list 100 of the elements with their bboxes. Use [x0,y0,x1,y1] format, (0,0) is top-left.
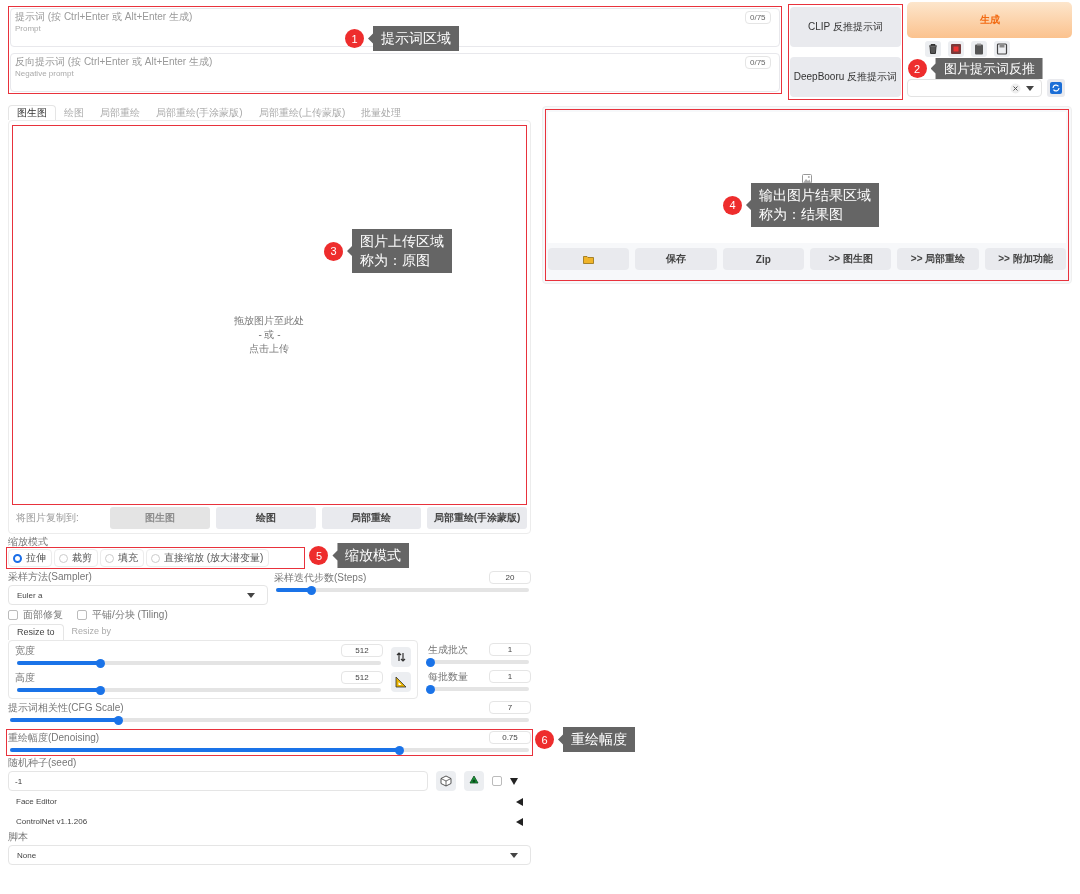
checkbox[interactable] [8,610,18,620]
output-button[interactable]: Zip [722,248,804,270]
random-button[interactable] [436,771,456,791]
token-counter: 0/75 [744,56,771,69]
placeholder-text: Prompt [15,24,41,33]
slider-thumb[interactable] [96,685,106,695]
number-badge: 6 [535,730,554,749]
output-button[interactable]: >> 图生图 [810,248,892,270]
field-label: 宽度 [15,644,35,657]
field-label: 高度 [15,671,35,684]
prompt-field[interactable]: 反向提示词 (按 Ctrl+Enter 或 Alt+Enter 生成) Negative prompt 0/75 [10,53,780,92]
radio-button[interactable] [13,553,22,563]
output-button[interactable]: 保存 [635,248,717,270]
clear-icon[interactable] [1010,82,1022,94]
dropdown-value: None [17,850,37,860]
number-badge: 5 [309,546,329,565]
folder-icon [583,254,595,264]
tool-button[interactable] [971,41,988,57]
tooltip-text: 称为：结果图 [759,205,844,224]
tool-button[interactable] [994,41,1011,57]
slider-thumb[interactable] [306,585,316,595]
number-field[interactable]: 20 [489,571,531,584]
copy-button[interactable]: 绘图 [215,507,316,529]
checkbox-label: 平铺/分块 (Tiling) [92,609,168,621]
radio-label: 裁剪 [72,552,92,564]
seed-field[interactable]: -1 [8,771,428,791]
checkbox[interactable] [492,776,502,786]
field-label: 重绘幅度(Denoising) [8,731,100,744]
accordion-title: Face Editor [16,797,57,806]
field-label: 反向提示词 (按 Ctrl+Enter 或 Alt+Enter 生成) [15,56,213,68]
copy-label: 将图片复制到: [15,511,80,525]
radio-option[interactable]: 填充 [100,549,144,567]
slider-thumb[interactable] [425,684,435,694]
placeholder-text: Negative prompt [15,69,74,78]
interrogate-button[interactable]: DeepBooru 反推提示词 [789,57,902,97]
refresh-button[interactable] [1047,79,1066,97]
swap-button[interactable] [391,647,411,667]
tab[interactable]: 图生图 [8,105,56,120]
tooltip-text: 图片上传区域 [360,232,444,251]
tool-button[interactable] [925,41,942,57]
radio-option[interactable]: 裁剪 [54,549,98,567]
slider-thumb[interactable] [394,745,404,755]
number-field[interactable]: 0.75 [489,731,531,744]
number-field[interactable]: 7 [489,701,531,714]
field-label: 随机种子(seed) [8,757,78,769]
field-label: 缩放模式 [8,536,49,548]
copy-button[interactable]: 局部重绘 [321,507,422,529]
script-dropdown[interactable]: None [8,845,531,865]
slider-thumb[interactable] [114,715,124,725]
stop-icon [949,42,964,56]
caret-icon [247,592,255,598]
number-field[interactable]: 512 [341,671,383,684]
checkbox-label: 面部修复 [23,609,63,621]
ruler-icon [395,676,407,688]
slider[interactable] [10,748,529,752]
number-badge: 3 [324,241,343,261]
field-label: 生成批次 [428,643,468,656]
floppy-icon [995,42,1010,56]
ruler-button[interactable] [391,672,411,692]
interrogate-button[interactable]: CLIP 反推提示词 [789,7,902,47]
output-button[interactable]: >> 附加功能 [984,248,1067,270]
sampler-dropdown[interactable]: Euler a [8,585,268,605]
slider-thumb[interactable] [96,658,106,668]
caret-icon[interactable] [510,777,518,785]
field-label: 提示词相关性(CFG Scale) [8,701,124,714]
accordion-header[interactable]: ControlNet v1.1.206 [8,812,531,831]
upload-hint: - 或 - [258,329,281,341]
tab[interactable]: Resize to [8,624,64,640]
field-label: 脚本 [8,831,29,843]
radio-label: 拉伸 [26,552,46,564]
caret-icon [1026,85,1035,91]
tooltip-text: 重绘幅度 [571,730,627,749]
tooltip-text: 图片提示词反推 [943,61,1035,76]
dropdown-value: Euler a [17,590,43,600]
field-label: 提示词 (按 Ctrl+Enter 或 Alt+Enter 生成) [15,11,193,23]
field-label: 采样方法(Sampler) [8,571,93,583]
number-badge: 1 [345,29,364,48]
checkbox[interactable] [77,610,87,620]
dice-icon [440,775,452,787]
swap-icon [396,652,406,662]
number-badge: 2 [907,59,927,78]
radio-option[interactable]: 拉伸 [8,549,52,567]
reuse-button[interactable] [464,771,484,791]
radio-option[interactable]: 直接缩放 (放大潜变量) [146,549,270,567]
copy-button[interactable]: 局部重绘(手涂蒙版) [427,507,527,529]
tool-button[interactable] [948,41,965,57]
output-button[interactable]: >> 局部重绘 [897,248,979,270]
accordion-title: ControlNet v1.1.206 [16,817,88,826]
field-label: 每批数量 [428,670,468,683]
radio-label: 直接缩放 (放大潜变量) [164,552,264,564]
accordion-header[interactable]: Face Editor [8,792,531,811]
upload-hint: 拖放图片至此处 [234,315,305,327]
tooltip-text: 称为：原图 [360,251,431,270]
number-field[interactable]: 512 [341,644,383,657]
slider-thumb[interactable] [425,657,435,667]
number-field[interactable]: 1 [489,643,531,656]
tooltip-text: 缩放模式 [345,546,402,565]
number-field[interactable]: 1 [489,670,531,683]
upload-area[interactable]: 拖放图片至此处 - 或 - 点击上传 3 图片上传区域 称为：原图 [12,125,527,505]
field-label: 采样迭代步数(Steps) [274,571,367,584]
